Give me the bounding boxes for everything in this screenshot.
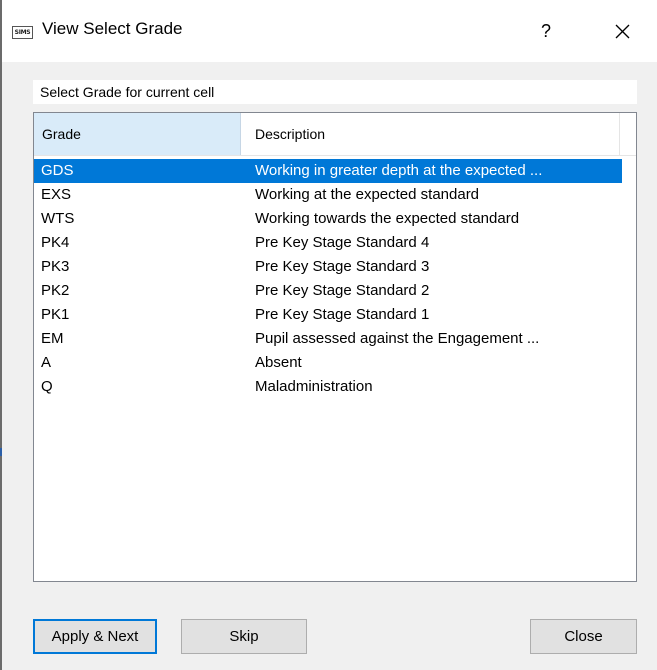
list-rows: GDS Working in greater depth at the expec… [34, 159, 636, 399]
grade-cell: GDS [41, 162, 74, 179]
select-grade-dialog: SIMS View Select Grade ? Select Grade fo… [0, 0, 657, 670]
list-item[interactable]: GDS Working in greater depth at the expec… [34, 159, 622, 183]
list-header: Grade Description [34, 113, 636, 156]
close-button[interactable]: Close [530, 619, 637, 654]
window-edge-marker [0, 448, 2, 456]
description-cell: Working in greater depth at the expected… [255, 162, 543, 179]
list-item[interactable]: A Absent [34, 351, 622, 375]
column-header-description[interactable]: Description [242, 113, 620, 155]
window-title: View Select Grade [42, 19, 183, 38]
window-edge [0, 0, 2, 670]
description-cell: Working at the expected standard [255, 186, 480, 203]
description-cell: Pre Key Stage Standard 4 [255, 234, 430, 251]
description-cell: Pupil assessed against the Engagement ..… [255, 330, 540, 347]
apply-next-button[interactable]: Apply & Next [33, 619, 157, 654]
grade-cell: WTS [41, 210, 75, 227]
title-bar[interactable]: SIMS View Select Grade ? [2, 0, 657, 62]
prompt-label: Select Grade for current cell [33, 80, 637, 104]
list-item[interactable]: PK3 Pre Key Stage Standard 3 [34, 255, 622, 279]
grade-cell: PK1 [41, 306, 70, 323]
description-cell: Maladministration [255, 378, 373, 395]
list-item[interactable]: EXS Working at the expected standard [34, 183, 622, 207]
grade-cell: EXS [41, 186, 72, 203]
grade-cell: Q [41, 378, 53, 395]
skip-button[interactable]: Skip [181, 619, 307, 654]
grade-cell: A [41, 354, 52, 371]
sims-app-icon: SIMS [12, 26, 33, 39]
close-icon[interactable] [604, 14, 640, 48]
column-header-grade[interactable]: Grade [34, 113, 241, 155]
description-cell: Working towards the expected standard [255, 210, 520, 227]
list-item[interactable]: PK4 Pre Key Stage Standard 4 [34, 231, 622, 255]
description-cell: Pre Key Stage Standard 2 [255, 282, 430, 299]
grade-cell: PK3 [41, 258, 70, 275]
list-item[interactable]: EM Pupil assessed against the Engagement … [34, 327, 622, 351]
list-item[interactable]: PK1 Pre Key Stage Standard 1 [34, 303, 622, 327]
description-cell: Pre Key Stage Standard 3 [255, 258, 430, 275]
list-item[interactable]: PK2 Pre Key Stage Standard 2 [34, 279, 622, 303]
grade-cell: PK4 [41, 234, 70, 251]
help-button[interactable]: ? [528, 14, 564, 48]
grade-cell: PK2 [41, 282, 70, 299]
list-item[interactable]: WTS Working towards the expected standard [34, 207, 622, 231]
list-item[interactable]: Q Maladministration [34, 375, 622, 399]
description-cell: Absent [255, 354, 302, 371]
grade-list[interactable]: Grade Description GDS Working in greater … [33, 112, 637, 582]
description-cell: Pre Key Stage Standard 1 [255, 306, 430, 323]
grade-cell: EM [41, 330, 64, 347]
